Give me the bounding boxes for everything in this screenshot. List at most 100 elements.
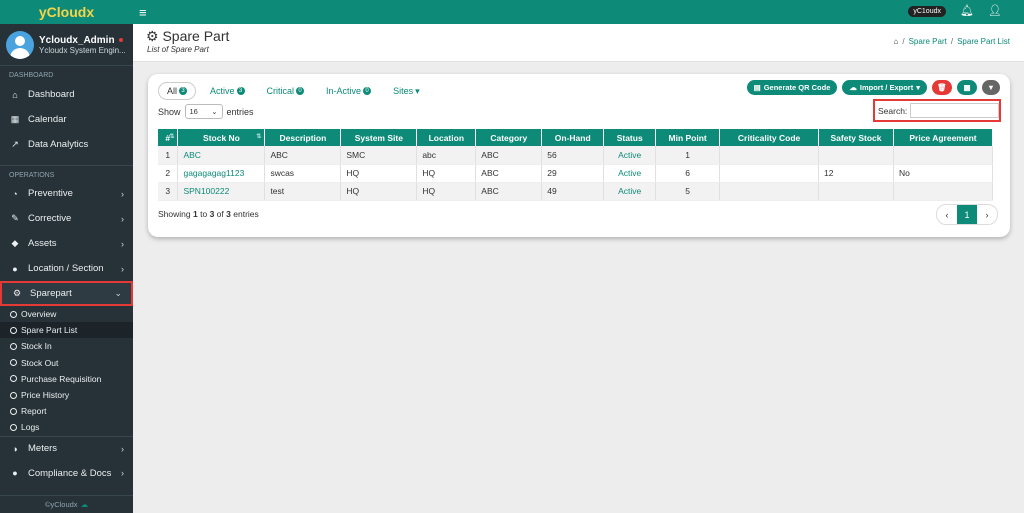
sidebar-item-sparepart[interactable]: ⚙ Sparepart ⌄ [0, 281, 133, 306]
qr-icon: ▤ [753, 83, 761, 92]
table-row[interactable]: 2 gagagagag1123 swcas HQ HQ ABC 29 Activ… [158, 164, 994, 183]
circle-icon [10, 359, 17, 367]
sidebar-item-compliance-docs[interactable]: ● Compliance & Docs › [0, 461, 133, 486]
col-header-category[interactable]: Category [475, 129, 543, 146]
chevron-right-icon: › [121, 213, 124, 224]
sidebar-item-location-section[interactable]: ● Location / Section › [0, 256, 133, 281]
filter-button[interactable]: ▼ [982, 80, 1000, 95]
breadcrumb-spare-part[interactable]: Spare Part [909, 37, 947, 46]
gauge-icon: ◔ [12, 188, 18, 199]
col-header-stock-no[interactable]: Stock No ⇅ [177, 129, 266, 146]
section-operations: OPERATIONS [0, 165, 133, 181]
meter-icon: ◑ [12, 443, 18, 454]
tab-sites[interactable]: Sites ▾ [385, 83, 428, 100]
filter-tabs: All 3 Active 3 Critical 0 In-Active 0 Sites ▾ [158, 82, 428, 100]
sidebar-item-data-analytics[interactable]: ↗ Data Analytics [0, 132, 133, 157]
search-input[interactable] [910, 103, 999, 118]
chevron-right-icon: › [121, 238, 124, 249]
wrench-icon: ✎ [11, 213, 19, 223]
user-name: Ycloudx_Admin [39, 34, 115, 46]
brand-logo[interactable]: yCloudx [0, 0, 133, 24]
spare-part-card: All 3 Active 3 Critical 0 In-Active 0 Sites ▾… [148, 74, 1010, 237]
col-header-on-hand[interactable]: On-Hand [541, 129, 605, 146]
submenu-stock-in[interactable]: Stock In [0, 338, 133, 354]
col-header-price-agreement[interactable]: Price Agreement [893, 129, 994, 146]
sidebar-item-assets[interactable]: ◆ Assets › [0, 231, 133, 256]
chevron-down-icon: ⌄ [114, 288, 122, 298]
page-subtitle: List of Spare Part [147, 45, 209, 54]
chevron-right-icon: › [121, 468, 124, 478]
menu-toggle-icon[interactable]: ≡ [139, 5, 147, 20]
tab-active[interactable]: Active 3 [202, 83, 253, 99]
home-icon[interactable]: ⌂ [894, 37, 899, 46]
sidebar-item-corrective[interactable]: ✎ Corrective › [0, 206, 133, 231]
page-length-select[interactable]: 16 ⌄ [184, 104, 223, 119]
table-icon: ▦ [963, 83, 971, 92]
circle-icon [10, 326, 17, 334]
caret-down-icon: ▾ [916, 83, 920, 92]
breadcrumb: ⌂ / Spare Part / Spare Part List [893, 37, 1010, 46]
submenu-logs[interactable]: Logs [0, 419, 133, 435]
next-page-button[interactable]: › [977, 205, 997, 224]
user-icon[interactable]: 👤︎ [988, 4, 1002, 17]
circle-icon [10, 342, 17, 350]
breadcrumb-spare-part-list[interactable]: Spare Part List [957, 37, 1010, 46]
page-1-button[interactable]: 1 [957, 205, 977, 224]
col-header-location[interactable]: Location [416, 129, 477, 146]
table-row[interactable]: 1 ABC ABC SMC abc ABC 56 Active 1 [158, 146, 994, 165]
chart-icon: ↗ [11, 139, 19, 149]
table-row[interactable]: 3 SPN100222 test HQ HQ ABC 49 Active 5 [158, 182, 994, 201]
table-info: Showing 1 to 3 of 3 entries [158, 209, 259, 219]
sidebar-item-preventive[interactable]: ◔ Preventive › [0, 181, 133, 206]
calendar-icon: ▦ [10, 114, 20, 124]
prev-page-button[interactable]: ‹ [937, 205, 957, 224]
circle-icon [10, 310, 17, 318]
section-dashboard: DASHBOARD [9, 72, 54, 79]
user-profile[interactable]: Ycloudx_Admin Ycloudx System Engin... [0, 24, 133, 66]
chevron-down-icon: ⌄ [211, 107, 218, 116]
sparepart-icon: ⚙ [146, 28, 163, 44]
tab-in-active[interactable]: In-Active 0 [318, 83, 379, 99]
chevron-right-icon: › [121, 188, 124, 199]
home-icon: ⌂ [12, 89, 18, 100]
page-length: Show 16 ⌄ entries [158, 104, 254, 119]
search-box: Search: [873, 99, 1001, 122]
col-header-system-site[interactable]: System Site [340, 129, 418, 146]
tenant-badge[interactable]: yC1oudx [908, 6, 946, 17]
cloud-icon: ☁ [849, 83, 857, 92]
submenu-report[interactable]: Report [0, 403, 133, 419]
trash-icon: 🗑︎ [937, 83, 947, 92]
columns-button[interactable]: ▦ [957, 80, 977, 95]
chevron-right-icon: › [121, 263, 124, 274]
submenu-price-history[interactable]: Price History [0, 387, 133, 403]
avatar [6, 30, 34, 59]
col-header-description[interactable]: Description [264, 129, 342, 146]
status-badge: Active [603, 146, 657, 165]
tag-icon: ◆ [11, 238, 19, 248]
stock-no-link[interactable]: SPN100222 [177, 182, 266, 201]
col-header-criticality-code[interactable]: Criticality Code [719, 129, 820, 146]
col-header-safety-stock[interactable]: Safety Stock [818, 129, 894, 146]
chevron-right-icon: › [985, 209, 989, 220]
stock-no-link[interactable]: ABC [177, 146, 266, 165]
sidebar-item-meters[interactable]: ◑ Meters › [0, 435, 133, 461]
delete-button[interactable]: 🗑︎ [932, 80, 952, 95]
submenu-spare-part-list[interactable]: Spare Part List [0, 322, 133, 339]
tab-critical[interactable]: Critical 0 [259, 83, 313, 99]
generate-qr-button[interactable]: ▤ Generate QR Code [746, 80, 838, 95]
chevron-left-icon: ‹ [945, 209, 949, 220]
import-export-button[interactable]: ☁ Import / Export ▾ [842, 80, 927, 95]
col-header-min-point[interactable]: Min Point [655, 129, 721, 146]
user-role: Ycloudx System Engin... [39, 45, 126, 55]
bell-icon[interactable]: 🔔︎ [960, 4, 974, 17]
stock-no-link[interactable]: gagagagag1123 [177, 164, 266, 183]
submenu-purchase-requisition[interactable]: Purchase Requisition [0, 371, 133, 387]
sidebar-item-dashboard[interactable]: ⌂ Dashboard [0, 82, 133, 107]
submenu-overview[interactable]: Overview [0, 306, 133, 322]
col-header-number[interactable]: # ⇅ [158, 129, 179, 146]
circle-icon [10, 407, 17, 415]
tab-all[interactable]: All 3 [158, 82, 197, 100]
col-header-status[interactable]: Status [603, 129, 657, 146]
sidebar-item-calendar[interactable]: ▦ Calendar [0, 107, 133, 132]
submenu-stock-out[interactable]: Stock Out [0, 355, 133, 371]
